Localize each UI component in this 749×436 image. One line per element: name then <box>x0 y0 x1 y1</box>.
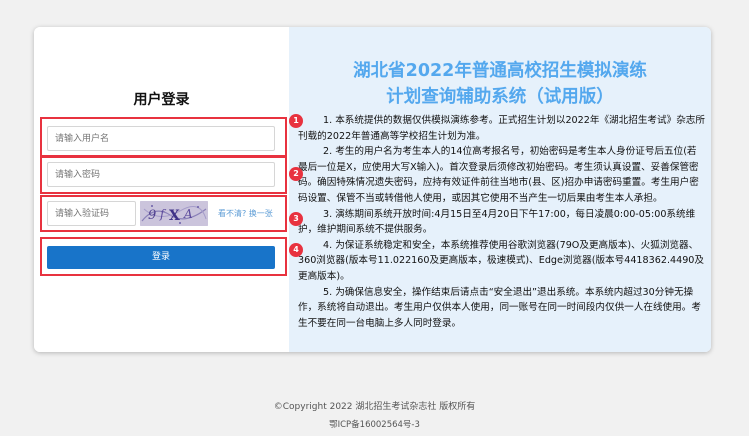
annotation-badge-4: 4 <box>289 243 303 257</box>
notice-panel: 湖北省2022年普通高校招生模拟演练 计划查询辅助系统（试用版） 1. 本系统提… <box>289 27 711 352</box>
notice-item: 1. 本系统提供的数据仅供模拟演练参考。正式招生计划以2022年《湖北招生考试》… <box>298 115 705 142</box>
footer-copyright: ©Copyright 2022 湖北招生考试杂志社 版权所有 <box>273 402 476 412</box>
notice-title-line2: 计划查询辅助系统（试用版） <box>386 87 614 107</box>
footer-icp[interactable]: 鄂ICP备16002564号-3 <box>0 418 749 430</box>
notice-item: 3. 演练期间系统开放时间:4月15日至4月20日下午17:00，每日凌晨0:0… <box>298 208 696 236</box>
notice-item: 5. 为确保信息安全，操作结束后请点击“安全退出”退出系统。本系统内超过30分钟… <box>298 286 701 329</box>
annotation-badge-1: 1 <box>289 114 303 128</box>
annotation-box-login <box>40 237 287 276</box>
annotation-badge-2: 2 <box>289 167 303 181</box>
notice-title: 湖北省2022年普通高校招生模拟演练 计划查询辅助系统（试用版） <box>289 58 711 110</box>
annotation-box-username <box>40 117 287 157</box>
annotation-box-password <box>40 156 287 194</box>
login-title: 用户登录 <box>133 92 190 108</box>
notice-title-line1: 湖北省2022年普通高校招生模拟演练 <box>353 61 647 81</box>
notice-item: 2. 考生的用户名为考生本人的14位高考报名号，初始密码是考生本人身份证号后五位… <box>298 146 699 204</box>
annotation-box-captcha <box>40 195 287 232</box>
notice-body: 1. 本系统提供的数据仅供模拟演练参考。正式招生计划以2022年《湖北招生考试》… <box>298 113 706 331</box>
notice-item: 4. 为保证系统稳定和安全，本系统推荐使用谷歌浏览器(79O及更高版本)、火狐浏… <box>298 239 705 282</box>
annotation-badge-3: 3 <box>289 212 303 226</box>
